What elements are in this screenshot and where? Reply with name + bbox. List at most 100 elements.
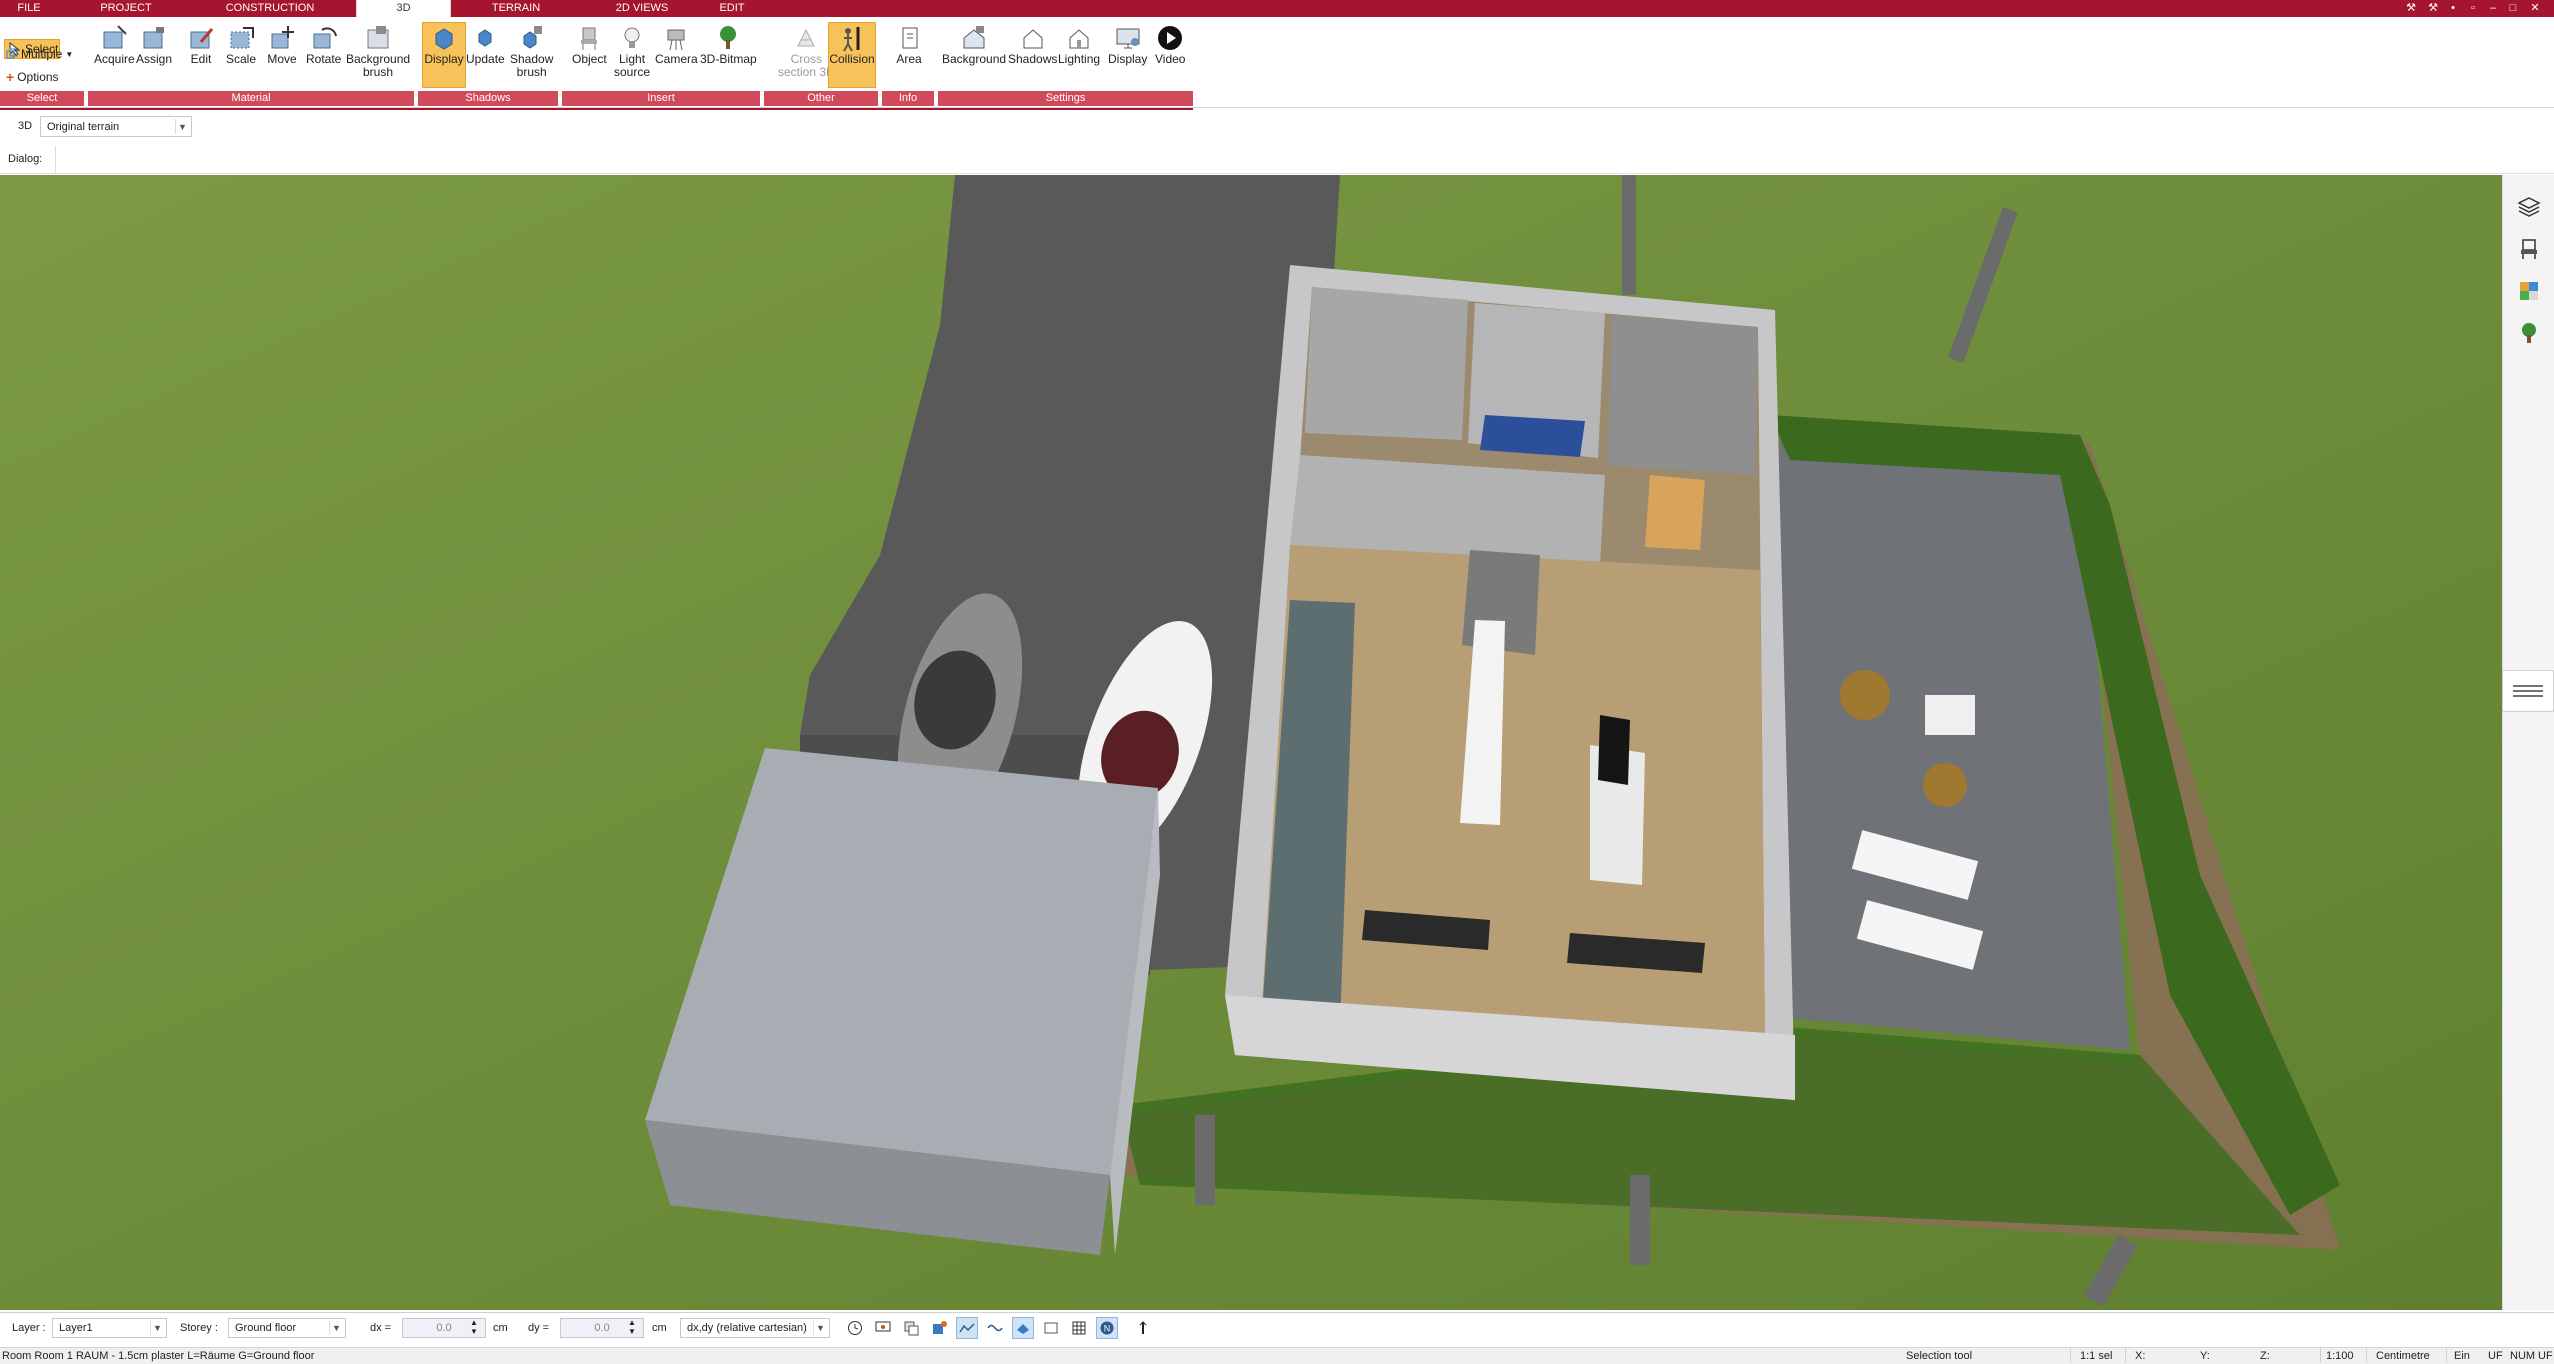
coordinate-mode-dropdown[interactable]: dx,dy (relative cartesian) ▼ — [680, 1318, 830, 1338]
ribbon-underline — [0, 108, 1193, 110]
shadow-brush-button[interactable]: Shadow brush — [510, 23, 553, 79]
house-light-icon — [1064, 23, 1094, 53]
collision-button[interactable]: Collision — [828, 22, 876, 88]
group-info-label: Info — [882, 91, 934, 106]
3d-bitmap-button[interactable]: 3D-Bitmap — [700, 23, 757, 66]
shadow-display-label: Display — [424, 52, 464, 66]
tree-icon — [713, 23, 743, 53]
status-x: X: — [2135, 1350, 2146, 1362]
right-tool-panel — [2502, 175, 2554, 1310]
object-view-icon[interactable] — [928, 1317, 950, 1339]
tab-edit[interactable]: EDIT — [706, 0, 758, 17]
area-icon — [894, 23, 924, 53]
panel-handle[interactable] — [2502, 670, 2554, 712]
close-icon[interactable]: ✕ — [2526, 1, 2544, 16]
fridge — [1598, 715, 1630, 785]
shower-tiles — [1480, 415, 1585, 457]
options-label: Options — [17, 70, 59, 84]
chair-catalog-icon[interactable] — [2515, 235, 2543, 263]
background-button[interactable]: Background — [942, 23, 1006, 66]
light-source-button[interactable]: Light source — [614, 23, 650, 79]
tab-construction[interactable]: CONSTRUCTION — [210, 0, 330, 17]
acquire-button[interactable]: Acquire — [94, 23, 135, 66]
background-brush-button[interactable]: Background brush — [346, 23, 410, 79]
assign-button[interactable]: Assign — [136, 23, 172, 66]
shadow-brush-icon — [517, 23, 547, 53]
brush-icon — [363, 23, 393, 53]
north-icon[interactable]: N — [1096, 1317, 1118, 1339]
height-marker-icon[interactable] — [1132, 1317, 1154, 1339]
multiple-button[interactable]: Multiple ▼ — [6, 47, 73, 61]
svg-text:N: N — [1104, 1324, 1111, 1334]
object-label: Object — [572, 52, 607, 66]
brush-label: brush — [363, 65, 394, 79]
insert-object-button[interactable]: Object — [572, 23, 607, 66]
camera-button[interactable]: Camera — [655, 23, 698, 66]
dy-spinner-icon[interactable]: ▲ ▼ — [628, 1318, 636, 1336]
chevron-down-icon: ▼ — [150, 1321, 164, 1335]
acquire-label: Acquire — [94, 52, 135, 66]
divider — [2125, 1348, 2126, 1363]
area-button[interactable]: Area — [894, 23, 924, 66]
terrain-value: Original terrain — [47, 120, 120, 133]
tab-project[interactable]: PROJECT — [88, 0, 164, 17]
divider — [2070, 1348, 2071, 1363]
sheet-icon[interactable] — [1040, 1317, 1062, 1339]
tab-terrain[interactable]: TERRAIN — [476, 0, 556, 17]
acquire-icon — [99, 23, 129, 53]
storey-dropdown[interactable]: Ground floor ▼ — [228, 1318, 346, 1338]
monitor-view-icon[interactable] — [872, 1317, 894, 1339]
edit-material-button[interactable]: Edit — [186, 23, 216, 66]
lighting-button[interactable]: Lighting — [1058, 23, 1100, 66]
multiple-select-icon — [6, 48, 18, 59]
tab-2d-views[interactable]: 2D VIEWS — [594, 0, 690, 17]
dialog-row — [0, 146, 2554, 174]
move-button[interactable]: Move — [267, 23, 297, 66]
terrain-dropdown[interactable]: Original terrain ▼ — [40, 116, 192, 137]
plane-view-icon[interactable] — [1012, 1317, 1034, 1339]
post-3 — [1195, 1115, 1215, 1205]
collision-label: Collision — [829, 52, 875, 66]
wave-view-icon[interactable] — [984, 1317, 1006, 1339]
copy-view-icon[interactable] — [900, 1317, 922, 1339]
shadows-settings-button[interactable]: Shadows — [1008, 23, 1057, 66]
cross-section-3d-button[interactable]: Cross section 3D — [778, 23, 835, 79]
restore-icon[interactable]: ▫ — [2464, 1, 2482, 16]
terrace-chair-2 — [1923, 763, 1967, 807]
status-selection: 1:1 sel — [2080, 1350, 2113, 1362]
options-button[interactable]: + Options — [6, 70, 59, 84]
storey-label: Storey : — [180, 1322, 218, 1334]
3d-viewport[interactable] — [0, 175, 2502, 1310]
settings-icon[interactable]: ⚒ — [2424, 1, 2442, 16]
video-button[interactable]: Video — [1155, 23, 1185, 66]
group-insert-label: Insert — [562, 91, 760, 106]
camera-icon — [661, 23, 691, 53]
lightbulb-icon — [617, 23, 647, 53]
multiple-label: Multiple — [21, 47, 63, 61]
room-bedroom-right — [1607, 315, 1758, 475]
tools-icon[interactable]: ⚒ — [2402, 1, 2420, 16]
display-settings-button[interactable]: Display — [1108, 23, 1147, 66]
shadow-update-button[interactable]: Update — [466, 23, 505, 66]
clock-icon[interactable] — [844, 1317, 866, 1339]
layer-label: Layer : — [12, 1322, 46, 1334]
minimize-icon[interactable]: – — [2484, 1, 2502, 16]
collision-icon — [837, 23, 867, 53]
tab-file[interactable]: FILE — [0, 0, 58, 17]
terrain-view-icon[interactable] — [956, 1317, 978, 1339]
layers-icon[interactable] — [2515, 193, 2543, 221]
scale-button[interactable]: Scale — [226, 23, 256, 66]
dx-unit: cm — [493, 1322, 508, 1334]
shadow-display-button[interactable]: Display — [422, 22, 466, 88]
post-4 — [1630, 1175, 1650, 1265]
grid-icon[interactable] — [1068, 1317, 1090, 1339]
maximize-icon[interactable]: □ — [2504, 1, 2522, 16]
dx-spinner-icon[interactable]: ▲ ▼ — [470, 1318, 478, 1336]
rotate-button[interactable]: Rotate — [306, 23, 341, 66]
plants-icon[interactable] — [2515, 319, 2543, 347]
view-bar — [0, 113, 2554, 143]
materials-icon[interactable] — [2515, 277, 2543, 305]
lighting-label: Lighting — [1058, 52, 1101, 66]
layer-dropdown[interactable]: Layer1 ▼ — [52, 1318, 167, 1338]
help-icon[interactable]: • — [2444, 1, 2462, 16]
